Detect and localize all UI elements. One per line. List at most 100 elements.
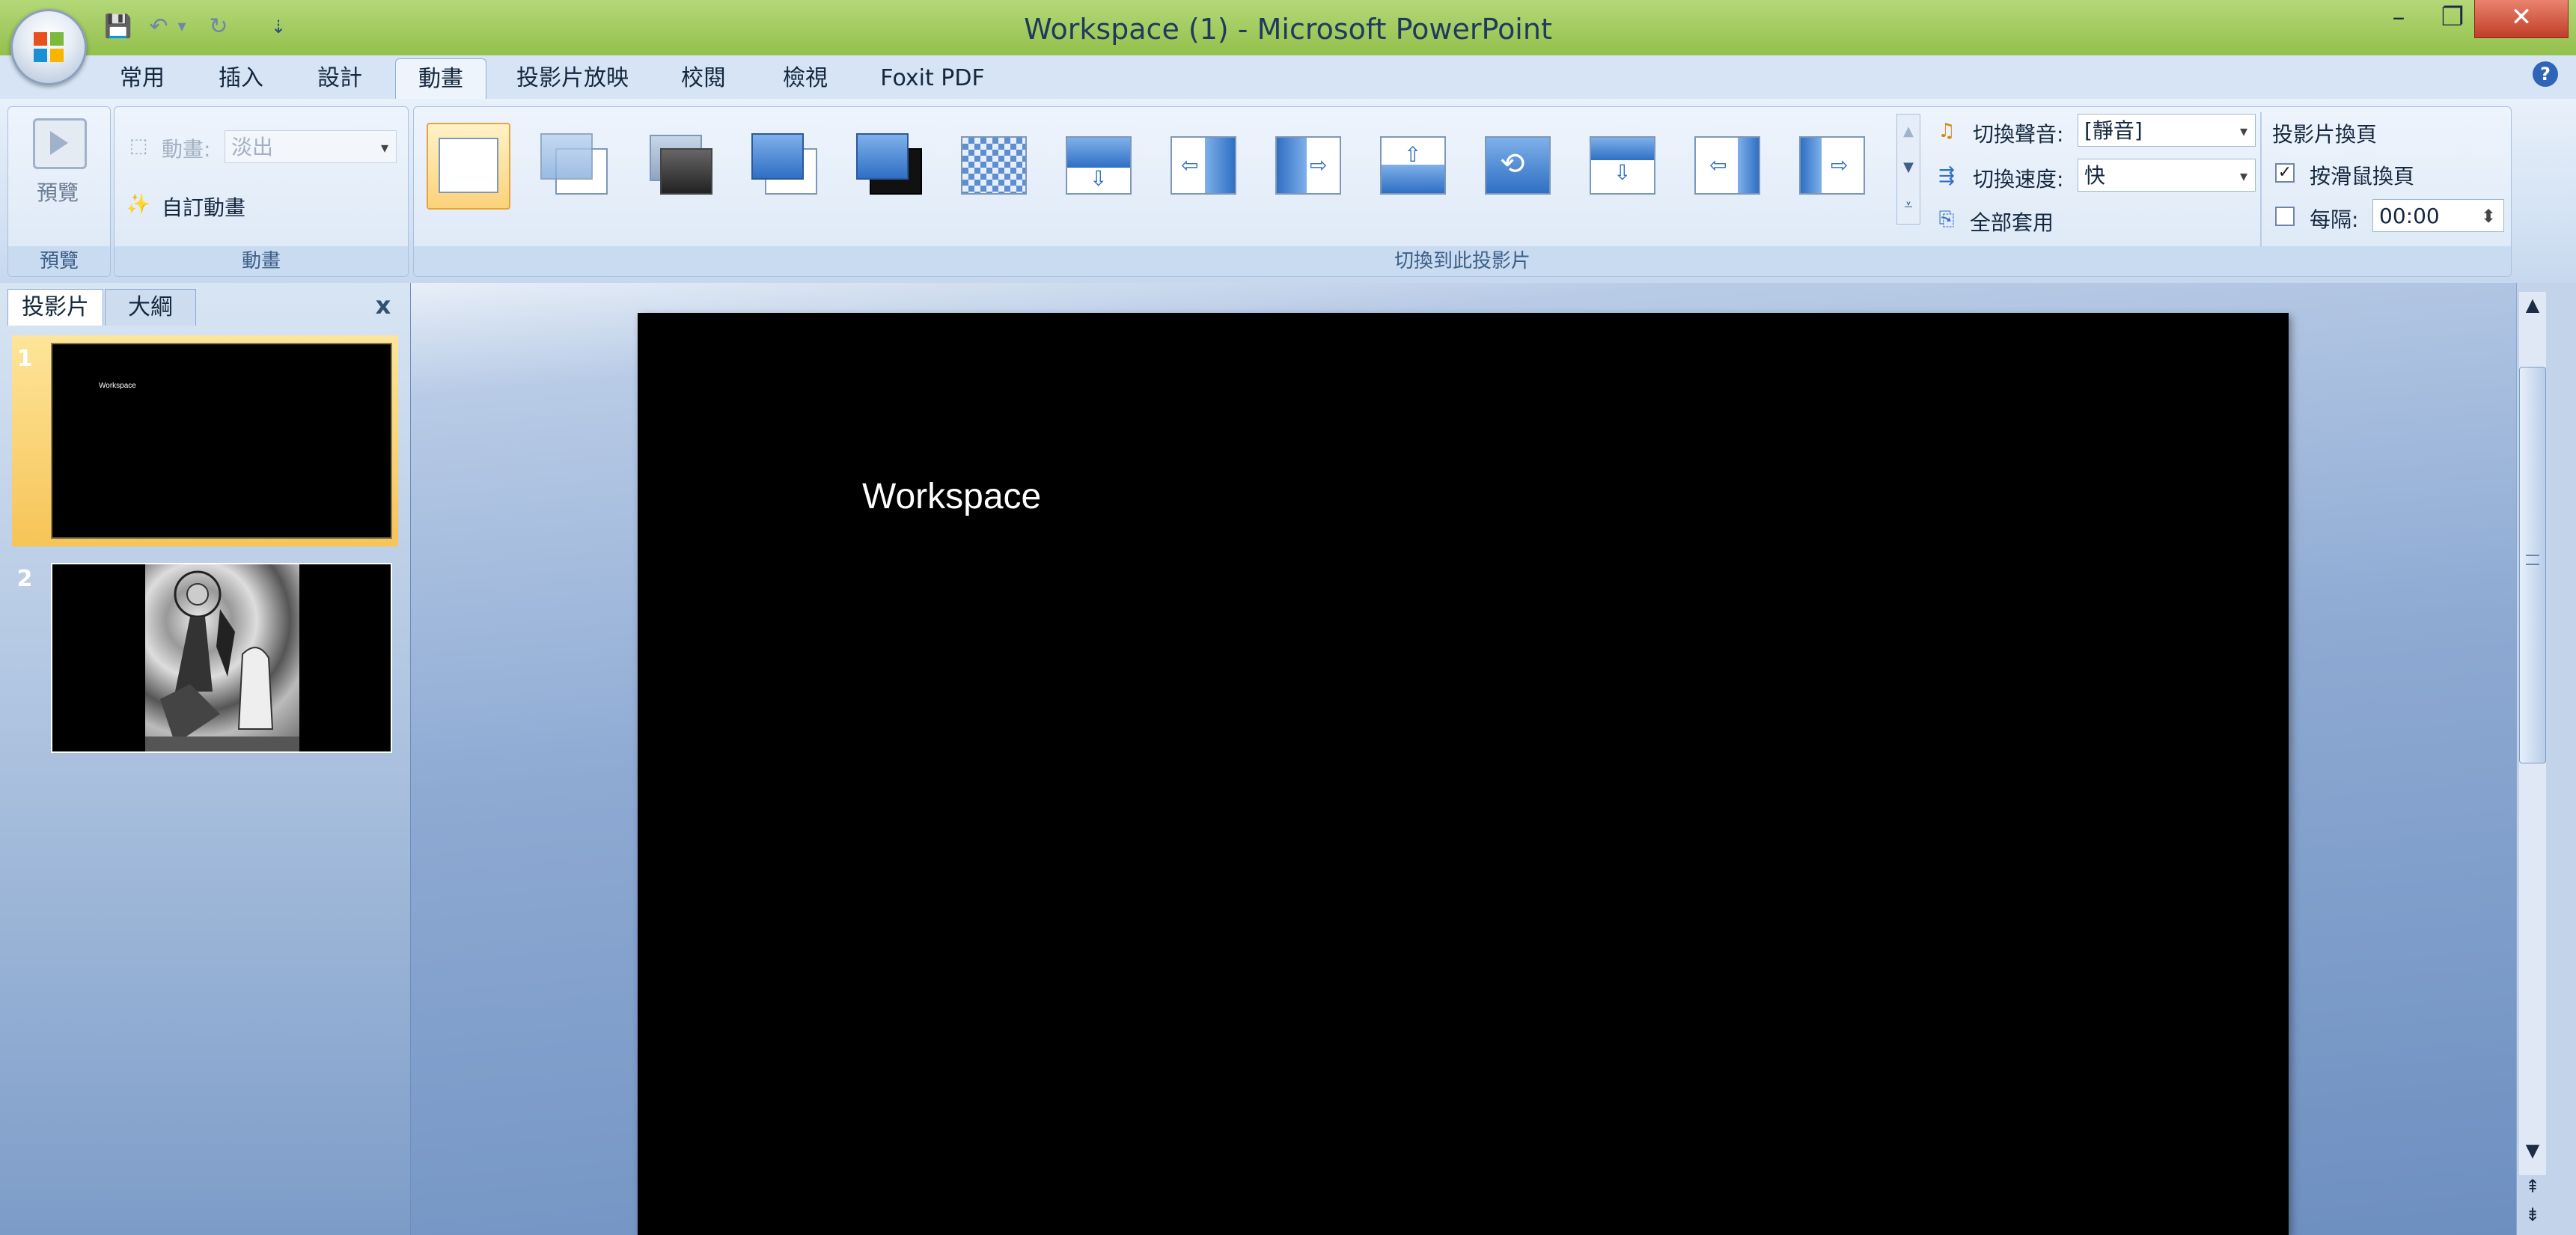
transition-wheel[interactable]: ⟲: [1476, 123, 1560, 210]
fade-smoothly-icon: [540, 133, 593, 180]
engraving-image: [145, 564, 299, 751]
slide-canvas[interactable]: Workspace: [638, 313, 2289, 1235]
advance-slide-title: 投影片換頁: [2272, 122, 2378, 147]
next-slide-icon[interactable]: ⇟: [2519, 1202, 2546, 1228]
wipe-left-frame-icon: ⇦: [1171, 136, 1236, 195]
transition-fade-smoothly[interactable]: [533, 123, 617, 210]
gallery-down-icon[interactable]: ▼: [1897, 150, 1920, 185]
gallery-scroll: ▲ ▼ ⩡: [1896, 114, 1920, 225]
cut-black-icon: [856, 133, 909, 180]
transition-push-right[interactable]: ⇨: [1790, 123, 1865, 210]
chevron-down-icon: ▾: [2239, 167, 2247, 185]
scroll-up-icon[interactable]: ▲: [2519, 292, 2546, 317]
chevron-down-icon: ▾: [380, 138, 388, 156]
apply-all-icon[interactable]: ⎘: [1934, 207, 1959, 232]
wipe-down-frame-icon: ⇩: [1066, 136, 1132, 195]
transition-cut[interactable]: [742, 123, 826, 210]
transition-no-transition[interactable]: [427, 123, 510, 210]
arrow-right-icon: ⇨: [1310, 153, 1328, 177]
transition-dissolve[interactable]: [952, 123, 1036, 210]
transition-wipe-down[interactable]: ⇩: [1057, 123, 1141, 210]
transition-speed-label: 切換速度:: [1973, 167, 2064, 192]
customize-qat-icon[interactable]: ⇣: [262, 10, 295, 43]
transition-sound-value: [靜音]: [2084, 118, 2143, 143]
gallery-more-icon[interactable]: ⩡: [1897, 186, 1920, 222]
custom-animation-icon[interactable]: ✨: [126, 192, 151, 217]
preview-icon: [33, 118, 87, 169]
tab-insert[interactable]: 插入: [207, 58, 275, 99]
thumbnail-title: Workspace: [99, 382, 136, 390]
tab-view[interactable]: 檢視: [771, 58, 840, 99]
on-click-checkbox[interactable]: ✓: [2275, 163, 2295, 183]
transition-speed-select[interactable]: 快 ▾: [2078, 159, 2256, 192]
wheel-frame-icon: ⟲: [1485, 136, 1551, 195]
push-left-frame-icon: ⇦: [1694, 136, 1760, 195]
transition-wipe-left[interactable]: ⇦: [1162, 123, 1245, 210]
spinner-arrows-icon[interactable]: ⬍: [2481, 200, 2496, 233]
undo-icon[interactable]: ↶: [142, 10, 175, 43]
transition-sound-select[interactable]: [靜音] ▾: [2078, 114, 2256, 147]
ribbon-tab-bar: [0, 55, 2576, 99]
preview-button[interactable]: 預覽: [16, 112, 99, 225]
transition-wipe-up[interactable]: ⇧: [1371, 123, 1455, 210]
push-right-frame-icon: ⇨: [1799, 136, 1865, 195]
transition-split[interactable]: ⇩: [1581, 123, 1664, 210]
office-logo-icon: [34, 32, 64, 62]
split-frame-icon: ⇩: [1590, 136, 1655, 195]
animate-value: 淡出: [231, 135, 274, 159]
wipe-up-frame-icon: ⇧: [1380, 136, 1446, 195]
arrow-right-icon: ⇨: [1831, 153, 1849, 177]
redo-icon[interactable]: ↻: [202, 10, 235, 43]
preview-group-label: 預覽: [8, 246, 110, 276]
auto-after-spinner[interactable]: 00:00 ⬍: [2372, 199, 2504, 232]
scroll-thumb[interactable]: [2519, 367, 2546, 763]
slide-thumbnail-2[interactable]: [51, 563, 392, 753]
tab-slides[interactable]: 投影片: [7, 289, 103, 326]
help-icon[interactable]: ?: [2533, 61, 2558, 87]
save-icon[interactable]: 💾: [102, 10, 135, 43]
tab-review[interactable]: 校閱: [669, 58, 738, 99]
arrow-up-icon: ⇧: [1404, 142, 1422, 167]
undo-dropdown-icon[interactable]: ▾: [172, 10, 192, 43]
transition-sound-label: 切換聲音:: [1973, 122, 2064, 147]
transition-speed-icon: ⇶: [1938, 165, 1955, 187]
tab-slide-show[interactable]: 投影片放映: [510, 58, 635, 99]
on-click-label: 按滑鼠換頁: [2310, 164, 2415, 189]
tab-animations[interactable]: 動畫: [395, 58, 486, 100]
slide-title[interactable]: Workspace: [862, 476, 1041, 517]
tab-design[interactable]: 設計: [305, 58, 374, 99]
tab-home[interactable]: 常用: [108, 58, 177, 99]
previous-slide-icon[interactable]: ⇞: [2519, 1174, 2546, 1199]
auto-after-value: 00:00: [2379, 204, 2440, 228]
close-panel-icon[interactable]: x: [370, 290, 397, 320]
close-button[interactable]: ✕: [2474, 0, 2569, 38]
window-title: Workspace (1) - Microsoft PowerPoint: [1024, 13, 1552, 46]
rotate-icon: ⟲: [1500, 147, 1525, 181]
animate-label: 動畫:: [162, 137, 211, 162]
arrow-down-icon: ⇩: [1090, 166, 1108, 191]
scroll-down-icon[interactable]: ▼: [2519, 1138, 2546, 1163]
preview-label: 預覽: [36, 180, 79, 205]
arrow-left-icon: ⇦: [1181, 153, 1199, 177]
animate-icon: ⬚: [129, 135, 148, 157]
auto-after-label: 每隔:: [2310, 207, 2359, 232]
transition-fade-through-black[interactable]: [638, 123, 721, 210]
arrow-down-icon: ⇩: [1614, 160, 1632, 185]
transition-wipe-right[interactable]: ⇨: [1266, 123, 1350, 210]
fade-black-icon: [660, 148, 712, 195]
office-button[interactable]: [10, 9, 87, 85]
transition-cut-through-black[interactable]: [847, 123, 931, 210]
tab-foxit-pdf[interactable]: Foxit PDF: [873, 58, 992, 99]
slide-thumbnail-1[interactable]: Workspace: [51, 343, 392, 539]
transition-push-left[interactable]: ⇦: [1685, 123, 1769, 210]
divider: [2260, 112, 2262, 247]
custom-animation-button[interactable]: 自訂動畫: [162, 192, 245, 222]
animate-select[interactable]: 淡出 ▾: [225, 130, 397, 163]
tab-outline[interactable]: 大綱: [105, 289, 196, 326]
gallery-up-icon[interactable]: ▲: [1897, 115, 1920, 149]
dissolve-icon: [961, 136, 1027, 195]
cut-icon: [751, 133, 804, 180]
slide-number: 1: [16, 346, 33, 372]
apply-all-button[interactable]: 全部套用: [1970, 207, 2054, 237]
auto-after-checkbox[interactable]: [2275, 207, 2295, 226]
